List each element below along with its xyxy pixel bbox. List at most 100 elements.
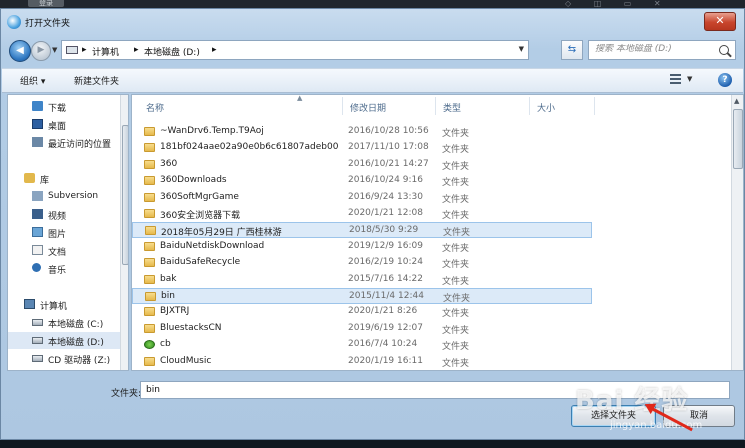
- file-type: 文件夹: [442, 260, 470, 270]
- file-name: CloudMusic: [160, 356, 212, 366]
- file-row[interactable]: BaiduSafeRecycle 2016/2/19 10:24 文件夹: [132, 255, 592, 271]
- nav-item-recent[interactable]: 最近访问的位置: [8, 134, 120, 151]
- file-name: 360安全浏览器下载: [160, 211, 241, 221]
- breadcrumb-computer[interactable]: 计算机: [92, 45, 119, 58]
- nav-item-label: 本地磁盘 (D:): [48, 338, 104, 348]
- nav-item-videos[interactable]: 视频: [8, 206, 120, 223]
- file-name: BaiduSafeRecycle: [160, 257, 241, 267]
- file-date: 2020/1/19 16:11: [348, 356, 423, 366]
- file-row[interactable]: cb 2016/7/4 10:24 文件夹: [132, 337, 592, 353]
- app-folder-icon: [144, 340, 155, 349]
- nav-item-libraries[interactable]: 库: [8, 170, 120, 187]
- view-options-icon[interactable]: [670, 74, 681, 85]
- search-icon[interactable]: [719, 45, 729, 55]
- column-separator[interactable]: [342, 97, 343, 115]
- nav-item-subversion[interactable]: Subversion: [8, 188, 120, 205]
- file-scrollbar[interactable]: ▲: [731, 95, 743, 370]
- folder-icon: [144, 258, 155, 267]
- breadcrumb-drive-d[interactable]: 本地磁盘 (D:): [144, 45, 200, 58]
- column-separator[interactable]: [594, 97, 595, 115]
- column-separator[interactable]: [529, 97, 530, 115]
- crumb-sep-icon[interactable]: ▸: [134, 45, 139, 55]
- file-row[interactable]: BaiduNetdiskDownload 2019/12/9 16:09 文件夹: [132, 239, 592, 255]
- file-scroll-thumb[interactable]: [733, 109, 743, 169]
- nav-item-label: 图片: [48, 230, 67, 240]
- file-row[interactable]: CloudMusic 2020/1/19 16:11 文件夹: [132, 354, 592, 370]
- file-date: 2020/1/21 8:26: [348, 306, 418, 316]
- file-date: 2019/12/9 16:09: [348, 241, 423, 251]
- nav-item-desktop[interactable]: 桌面: [8, 116, 120, 133]
- nav-item-label: 下载: [48, 104, 67, 114]
- app-icon: [7, 15, 21, 29]
- file-row-hovered[interactable]: 2018年05月29日 广西桂林游 2018/5/30 9:29 文件夹: [132, 222, 592, 238]
- file-row[interactable]: 360 2016/10/21 14:27 文件夹: [132, 157, 592, 173]
- desktop-tab[interactable]: 登录: [28, 0, 64, 7]
- file-name: BaiduNetdiskDownload: [160, 241, 265, 251]
- nav-item-computer[interactable]: 计算机: [8, 296, 120, 313]
- search-box[interactable]: [588, 40, 736, 60]
- file-row[interactable]: 360SoftMgrGame 2016/9/24 13:30 文件夹: [132, 190, 592, 206]
- file-date: 2018/5/30 9:29: [349, 225, 419, 235]
- folder-icon: [144, 160, 155, 169]
- folder-icon: [145, 292, 156, 301]
- folder-icon: [144, 307, 155, 316]
- file-type: 文件夹: [442, 342, 470, 352]
- folder-icon: [144, 242, 155, 251]
- crumb-sep-icon[interactable]: ▸: [82, 45, 87, 55]
- address-bar[interactable]: ▸ 计算机 ▸ 本地磁盘 (D:) ▸ ▼: [61, 40, 529, 60]
- new-folder-button[interactable]: 新建文件夹: [74, 74, 119, 87]
- file-date: 2020/1/21 12:08: [348, 208, 423, 218]
- music-icon: [32, 263, 41, 272]
- column-size[interactable]: 大小: [537, 101, 555, 114]
- file-type: 文件夹: [442, 277, 470, 287]
- file-row[interactable]: bak 2015/7/16 14:22 文件夹: [132, 272, 592, 288]
- file-row[interactable]: ~WanDrv6.Temp.T9Aoj 2016/10/28 10:56 文件夹: [132, 124, 592, 140]
- recent-pages-dropdown-icon[interactable]: ▼: [52, 46, 57, 54]
- file-row[interactable]: BJXTRJ 2020/1/21 8:26 文件夹: [132, 304, 592, 320]
- nav-item-music[interactable]: 音乐: [8, 260, 120, 277]
- nav-item-label: 最近访问的位置: [48, 140, 112, 150]
- libraries-icon: [24, 173, 35, 183]
- file-date: 2017/11/10 17:08: [348, 142, 429, 152]
- baidu-watermark: Bai 经验: [575, 386, 689, 416]
- file-name: 360SoftMgrGame: [160, 192, 239, 202]
- crumb-sep-icon[interactable]: ▸: [212, 45, 217, 55]
- nav-item-drive-c[interactable]: 本地磁盘 (C:): [8, 314, 120, 331]
- address-dropdown-icon[interactable]: ▼: [519, 45, 524, 53]
- nav-scrollbar[interactable]: [120, 95, 128, 370]
- close-button[interactable]: ✕: [704, 12, 736, 31]
- file-name: BluestacksCN: [160, 323, 222, 333]
- nav-item-drive-d[interactable]: 本地磁盘 (D:): [8, 332, 120, 349]
- desktop-top-strip: 登录 ◇ ◫ ▭ ✕: [0, 0, 745, 8]
- nav-scroll-thumb[interactable]: [122, 125, 128, 265]
- column-type[interactable]: 类型: [443, 101, 461, 114]
- nav-item-downloads[interactable]: 下载: [8, 98, 120, 115]
- refresh-button[interactable]: ⇆: [561, 40, 583, 60]
- file-type: 文件夹: [442, 129, 470, 139]
- nav-item-cd-drive[interactable]: CD 驱动器 (Z:): [8, 350, 120, 367]
- organize-menu[interactable]: 组织 ▾: [20, 74, 45, 87]
- folder-icon: [144, 193, 155, 202]
- file-row[interactable]: 181bf024aae02a90e0b6c61807adeb00 2017/11…: [132, 140, 592, 156]
- scroll-up-icon[interactable]: ▲: [734, 97, 739, 105]
- help-icon[interactable]: ?: [718, 73, 732, 87]
- file-row-selected[interactable]: bin 2015/11/4 12:44 文件夹: [132, 288, 592, 304]
- nav-item-pictures[interactable]: 图片: [8, 224, 120, 241]
- search-input[interactable]: [595, 44, 715, 54]
- file-name: 2018年05月29日 广西桂林游: [161, 228, 282, 238]
- column-separator[interactable]: [435, 97, 436, 115]
- file-row[interactable]: 360Downloads 2016/10/24 9:16 文件夹: [132, 173, 592, 189]
- file-row[interactable]: 360安全浏览器下载 2020/1/21 12:08 文件夹: [132, 206, 592, 222]
- file-row[interactable]: BluestacksCN 2019/6/19 12:07 文件夹: [132, 321, 592, 337]
- column-date[interactable]: 修改日期: [350, 101, 386, 114]
- nav-item-label: 桌面: [48, 122, 67, 132]
- column-name[interactable]: 名称: [146, 101, 164, 114]
- view-dropdown-icon[interactable]: ▼: [687, 75, 692, 83]
- download-folder-icon: [32, 101, 43, 111]
- file-date: 2016/9/24 13:30: [348, 192, 423, 202]
- file-type: 文件夹: [443, 294, 471, 304]
- forward-button[interactable]: ▶: [31, 41, 51, 61]
- nav-item-documents[interactable]: 文档: [8, 242, 120, 259]
- back-button[interactable]: ◀: [9, 40, 31, 62]
- file-name: bin: [161, 291, 175, 301]
